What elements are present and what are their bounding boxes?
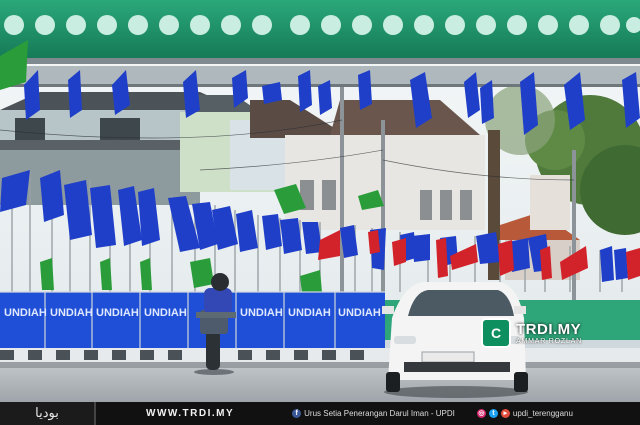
banner-text: UNDIAH bbox=[288, 307, 331, 319]
banner-text: UNDIAH bbox=[4, 307, 47, 319]
banner-text: UNDIAH bbox=[240, 307, 283, 319]
watermark: C TRDI.MY AMMAR ROZLAN bbox=[481, 318, 582, 348]
canopy bbox=[0, 0, 640, 87]
trdi-logo-icon: C bbox=[481, 318, 511, 348]
twitter-icon: t bbox=[488, 409, 498, 418]
photo-credit: AMMAR ROZLAN bbox=[516, 338, 582, 345]
updi-logo: بوديا bbox=[0, 402, 96, 425]
street-scene-photo: UNDIAH UNDIAH UNDIAH UNDIAH UNDIAH UNDIA… bbox=[0, 0, 640, 402]
banner-text: UNDIAH bbox=[50, 307, 93, 319]
footer-bar: بوديا WWW.TRDI.MY f Urus Setia Peneranga… bbox=[0, 402, 640, 425]
banner-text: UNDIAH bbox=[144, 307, 187, 319]
watermark-brand: TRDI.MY bbox=[516, 321, 582, 338]
banner-text: UNDIAH bbox=[96, 307, 139, 319]
youtube-icon: ▸ bbox=[500, 409, 510, 418]
facebook-icon: f bbox=[292, 409, 302, 418]
social-handle[interactable]: updi_terengganu bbox=[513, 409, 573, 418]
website-url[interactable]: WWW.TRDI.MY bbox=[146, 408, 234, 419]
facebook-page-text[interactable]: Urus Setia Penerangan Darul Iman - UPDI bbox=[304, 409, 455, 418]
instagram-icon: ◎ bbox=[476, 409, 486, 418]
banner-text: UNDIAH bbox=[338, 307, 381, 319]
